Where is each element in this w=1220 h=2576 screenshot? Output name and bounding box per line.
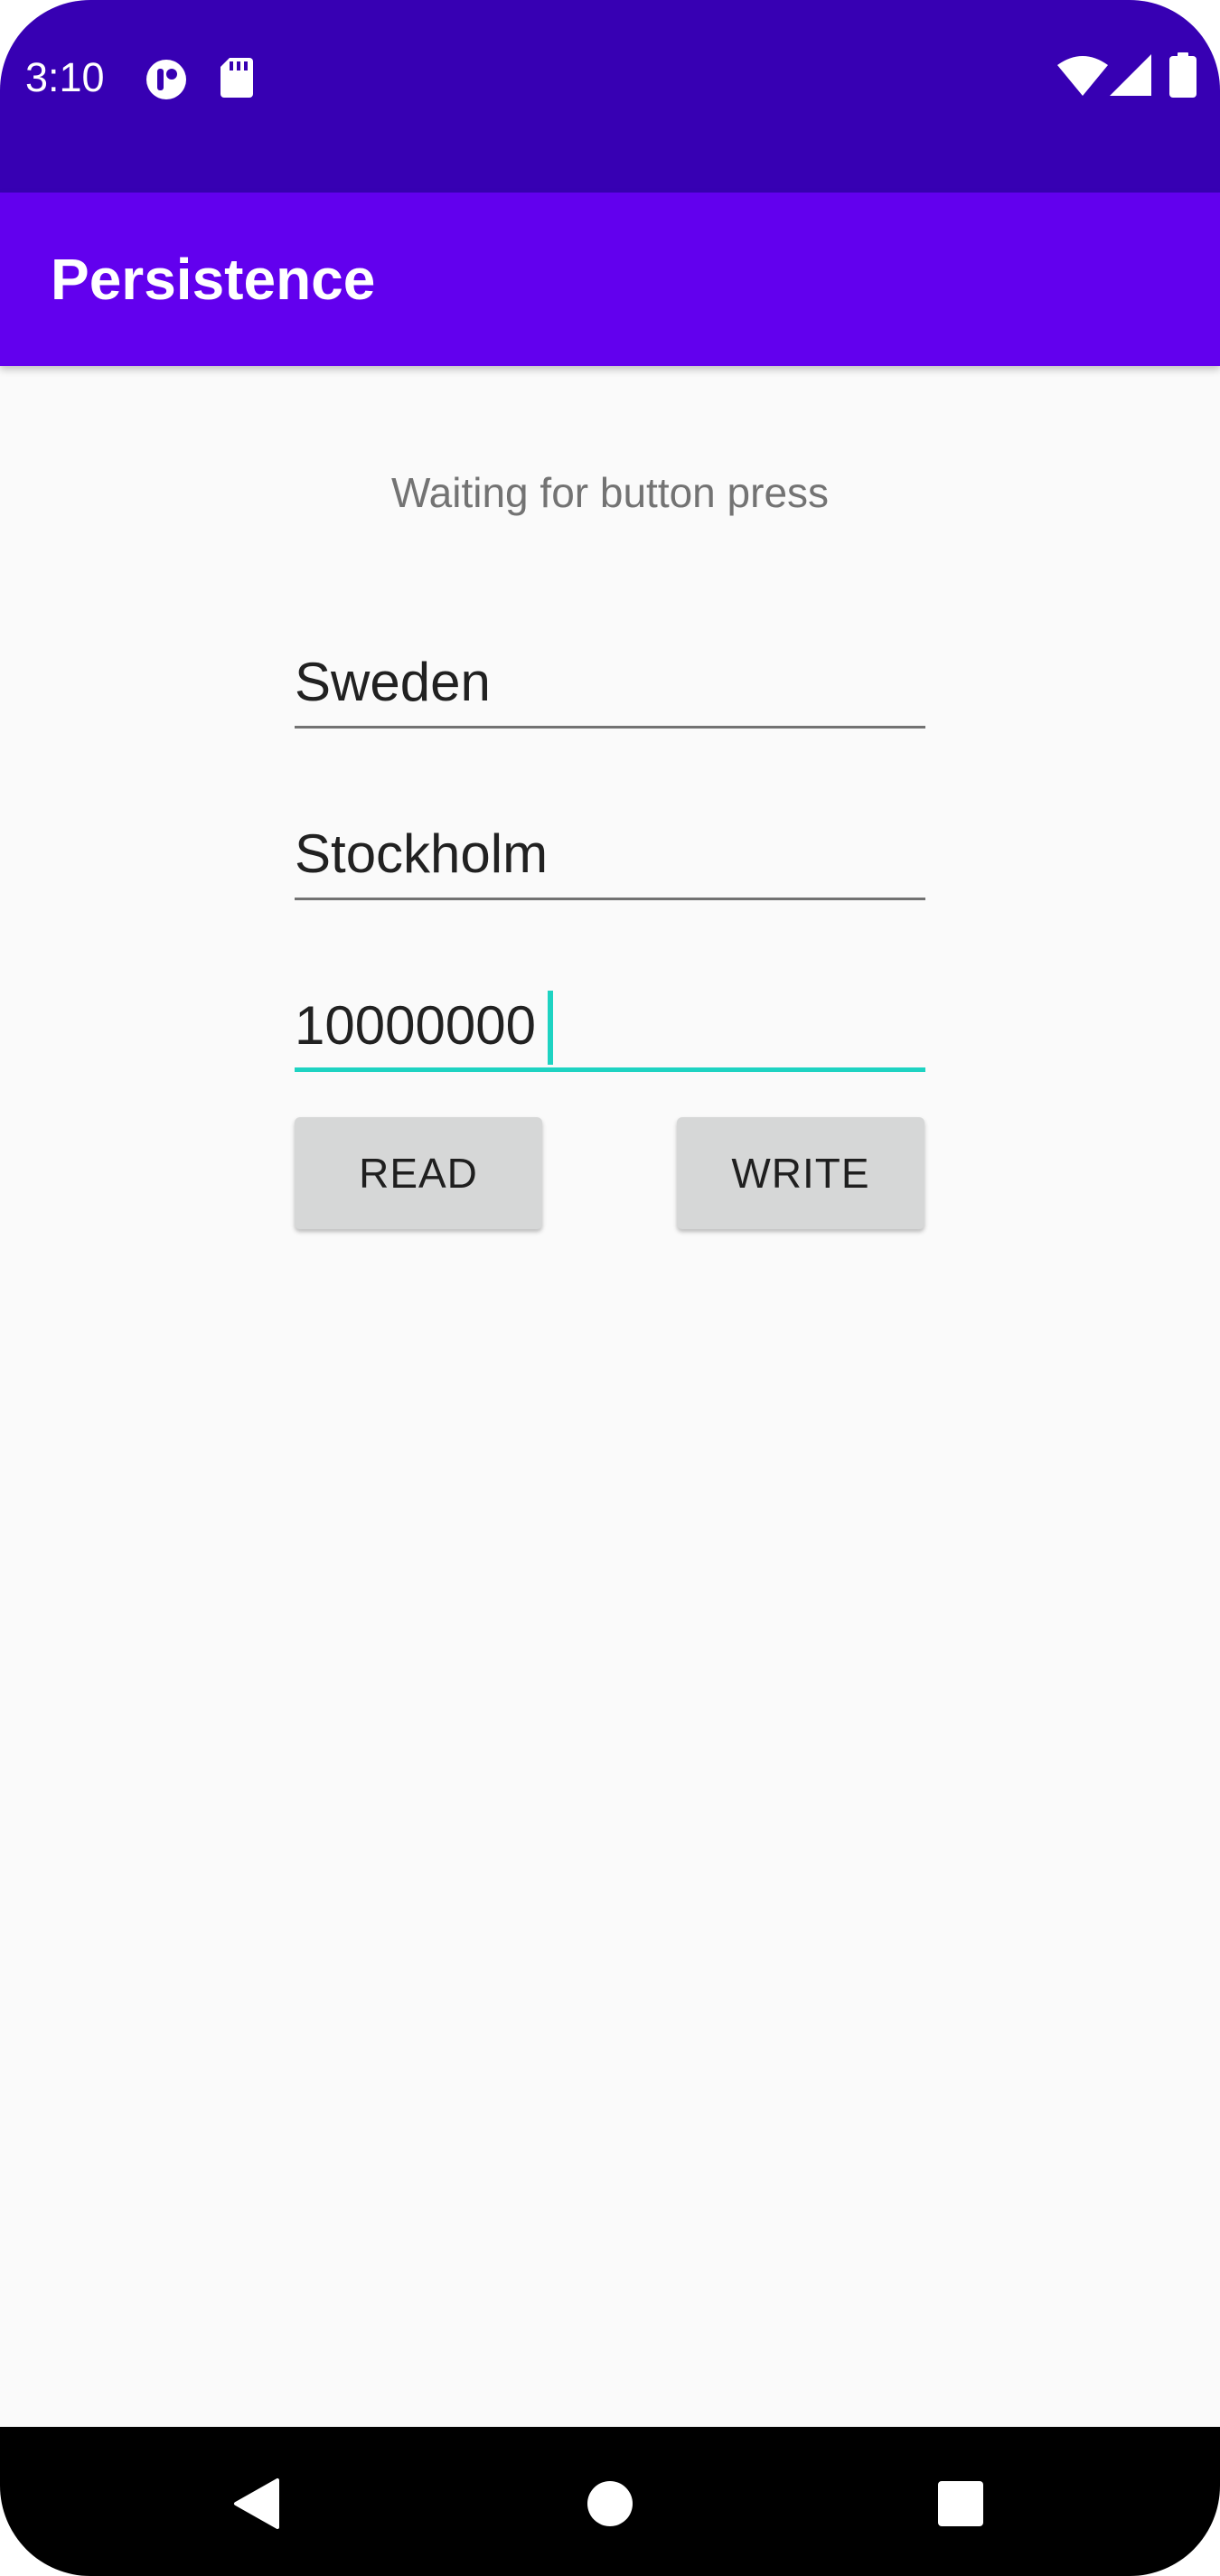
- cell-signal-icon: [1110, 54, 1151, 100]
- status-bar: 3:10: [0, 0, 1220, 193]
- home-button[interactable]: [560, 2454, 660, 2553]
- write-button[interactable]: WRITE: [677, 1117, 924, 1229]
- device-screen: 3:10 Persistence Waiting for button pres…: [0, 0, 1220, 2576]
- read-button[interactable]: READ: [295, 1117, 542, 1229]
- city-input[interactable]: [295, 810, 925, 897]
- country-field[interactable]: [295, 638, 925, 729]
- sd-card-icon: [221, 58, 253, 102]
- app-notification-icon: [145, 58, 188, 106]
- population-input[interactable]: [295, 982, 925, 1068]
- app-bar: Persistence: [0, 193, 1220, 366]
- navigation-bar: [0, 2427, 1220, 2576]
- recents-button[interactable]: [911, 2454, 1010, 2553]
- text-cursor: [548, 991, 553, 1065]
- status-message: Waiting for button press: [390, 469, 830, 516]
- country-input[interactable]: [295, 638, 925, 725]
- city-field[interactable]: [295, 810, 925, 900]
- population-field-underline: [295, 1067, 925, 1072]
- home-icon: [587, 2481, 633, 2526]
- battery-icon: [1169, 52, 1197, 102]
- app-title: Persistence: [51, 247, 376, 312]
- city-field-underline: [295, 898, 925, 900]
- wifi-icon: [1057, 56, 1108, 100]
- back-icon: [234, 2478, 279, 2529]
- back-button[interactable]: [206, 2454, 305, 2553]
- country-field-underline: [295, 726, 925, 729]
- population-field[interactable]: [295, 982, 925, 1072]
- status-time: 3:10: [25, 54, 105, 100]
- recents-icon: [938, 2481, 983, 2526]
